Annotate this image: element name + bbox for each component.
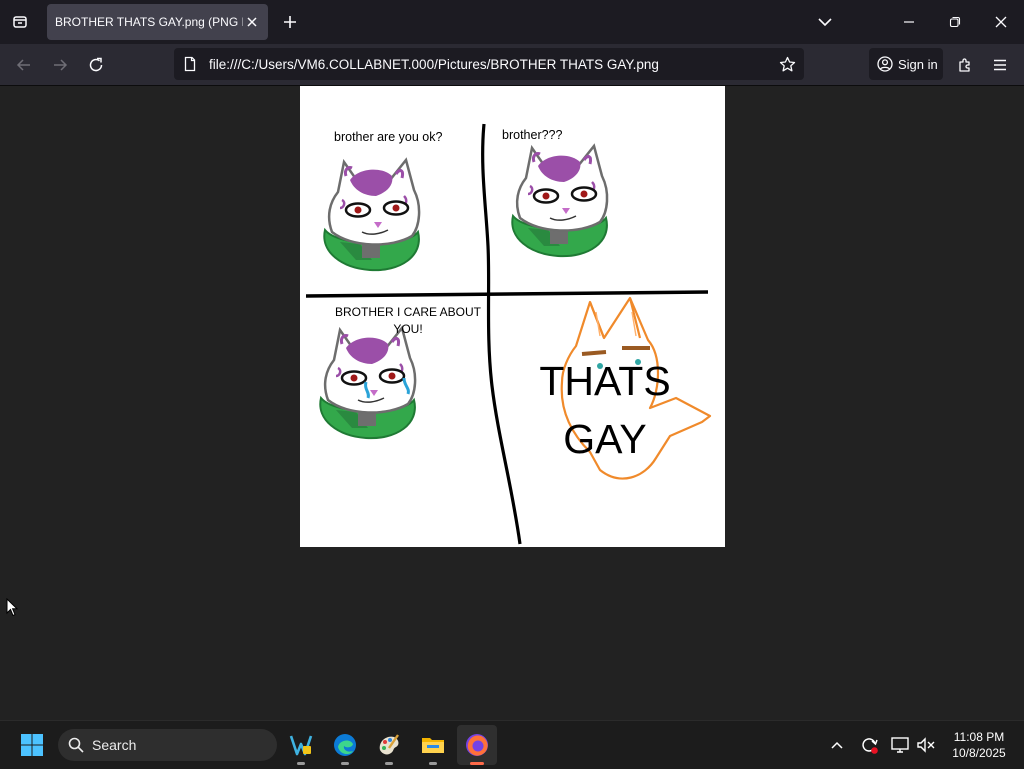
running-indicator — [297, 762, 305, 765]
extensions-icon — [959, 58, 970, 72]
menu-button[interactable] — [985, 50, 1015, 80]
taskbar-app-paint[interactable] — [369, 725, 409, 765]
tab-active[interactable]: BROTHER THATS GAY.png (PNG Image — [47, 4, 268, 40]
search-placeholder: Search — [92, 737, 137, 753]
chevron-up-icon — [831, 741, 843, 749]
navigation-toolbar: file:///C:/Users/VM6.COLLABNET.000/Pictu… — [0, 44, 1024, 86]
back-icon — [16, 59, 30, 71]
volume-button[interactable] — [913, 731, 939, 759]
running-indicator — [341, 762, 349, 765]
close-window-icon — [995, 16, 1007, 28]
mouse-cursor-icon — [6, 598, 18, 617]
chevron-down-icon — [818, 18, 832, 27]
firefox-icon — [466, 734, 488, 756]
panel1-caption: brother are you ok? — [334, 130, 443, 144]
menu-icon — [994, 59, 1006, 71]
close-tab-icon — [247, 17, 257, 27]
start-button[interactable] — [12, 725, 52, 765]
sign-in-label: Sign in — [898, 56, 938, 72]
network-icon — [891, 737, 909, 753]
taskbar-app-file-explorer[interactable] — [413, 725, 453, 765]
tab-overflow-button[interactable] — [812, 10, 838, 34]
panel4-caption: THATS GAY — [530, 352, 680, 468]
new-tab-icon — [284, 16, 296, 28]
panel4-caption-line1: THATS — [539, 358, 671, 404]
volume-muted-icon — [917, 737, 935, 753]
start-icon — [21, 734, 43, 756]
minimize-icon — [904, 21, 914, 23]
taskbar-search-box[interactable]: Search — [58, 729, 277, 761]
taskbar-app-firefox[interactable] — [457, 725, 497, 765]
edge-icon — [334, 734, 356, 756]
bookmark-button[interactable] — [776, 53, 798, 75]
forward-button[interactable] — [45, 50, 75, 80]
file-explorer-icon — [422, 738, 444, 753]
tab-bar: BROTHER THATS GAY.png (PNG Image — [0, 0, 1024, 44]
forward-icon — [54, 59, 68, 71]
visual-studio-icon — [289, 735, 313, 756]
panel3-caption: BROTHER I CARE ABOUT YOU! — [334, 305, 482, 336]
search-icon — [68, 737, 84, 753]
panel2-caption: brother??? — [502, 128, 563, 142]
extensions-button[interactable] — [950, 50, 980, 80]
clock-date: 10/8/2025 — [952, 746, 1006, 760]
close-window-button[interactable] — [978, 0, 1024, 44]
address-bar[interactable]: file:///C:/Users/VM6.COLLABNET.000/Pictu… — [174, 48, 804, 80]
reload-button[interactable] — [81, 50, 111, 80]
new-tab-button[interactable] — [278, 9, 302, 35]
list-all-tabs-button[interactable] — [6, 8, 34, 36]
show-hidden-icons-button[interactable] — [824, 731, 850, 759]
sign-in-button[interactable]: Sign in — [869, 48, 943, 80]
taskbar-app-visual-studio[interactable] — [281, 725, 321, 765]
sync-icon — [862, 738, 878, 754]
clock-time: 11:08 PM — [953, 730, 1005, 744]
bookmark-star-icon — [779, 56, 795, 71]
close-tab-button[interactable] — [244, 14, 260, 30]
page-icon — [184, 56, 196, 72]
back-button[interactable] — [9, 50, 39, 80]
meme-image: brother are you ok? brother??? BROTHER I… — [300, 86, 725, 547]
list-all-tabs-icon — [13, 16, 27, 28]
running-indicator — [385, 762, 393, 765]
paint-icon — [379, 734, 399, 755]
running-indicator — [470, 762, 484, 765]
minimize-button[interactable] — [886, 0, 932, 44]
windows-taskbar: Search 11:08 PM 10/8/2025 — [0, 720, 1024, 769]
restore-icon — [949, 16, 961, 28]
account-icon — [877, 56, 893, 72]
restore-button[interactable] — [932, 0, 978, 44]
network-button[interactable] — [887, 731, 913, 759]
tab-title: BROTHER THATS GAY.png (PNG Image — [55, 15, 243, 29]
panel4-caption-line2: GAY — [563, 416, 647, 462]
sync-status-button[interactable] — [856, 731, 882, 759]
running-indicator — [429, 762, 437, 765]
system-clock[interactable]: 11:08 PM 10/8/2025 — [944, 729, 1014, 761]
taskbar-app-edge[interactable] — [325, 725, 365, 765]
url-text[interactable]: file:///C:/Users/VM6.COLLABNET.000/Pictu… — [209, 57, 659, 72]
reload-icon — [89, 57, 103, 72]
